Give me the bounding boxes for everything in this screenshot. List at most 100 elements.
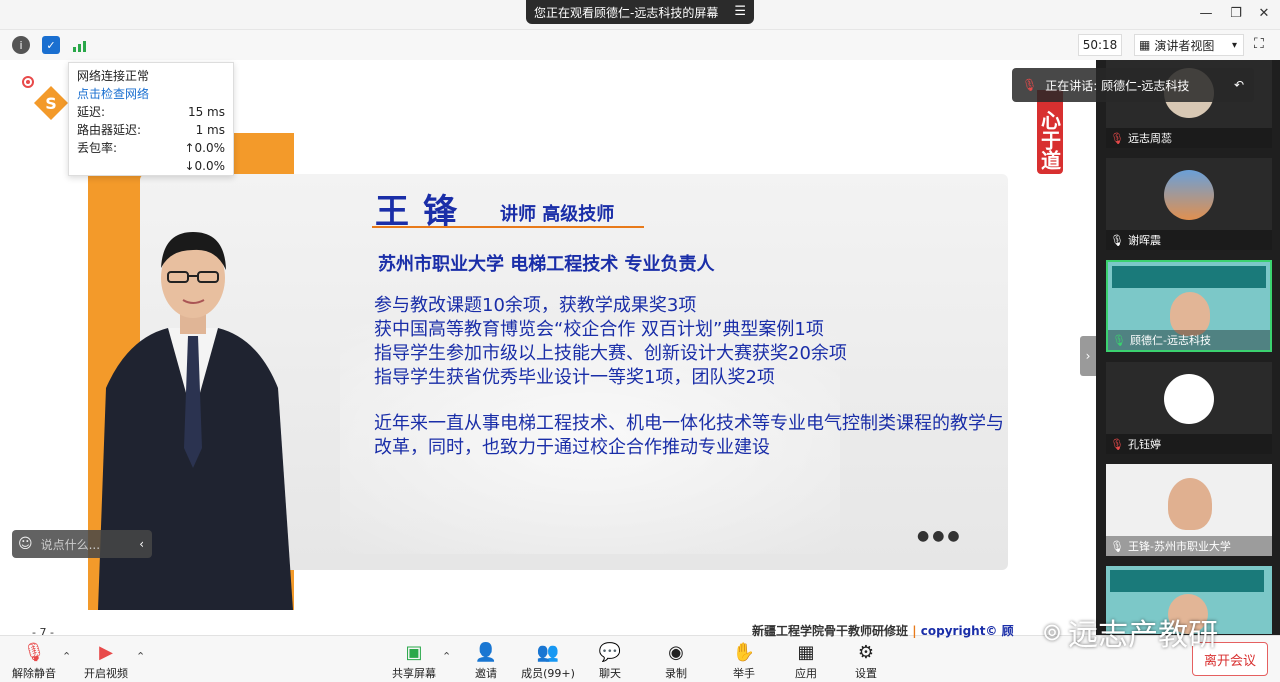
screen-share-banner[interactable]: 您正在观看顾德仁-远志科技的屏幕 ☰ [526, 0, 754, 24]
packet-loss-down-row: ↓0.0% [77, 157, 225, 175]
achievement-item: 获中国高等教育博览会“校企合作 双百计划”典型案例1项 [374, 319, 824, 340]
mic-muted-icon: 🎙 [1110, 131, 1124, 145]
panel-collapse-handle[interactable]: › [1080, 336, 1096, 376]
seal-text: 心于道 [1037, 110, 1062, 170]
record-indicator-icon [22, 76, 34, 88]
share-banner-text: 您正在观看顾德仁-远志科技的屏幕 [534, 5, 719, 20]
slide-footer-text: 新疆工程学院骨干教师研修班 [752, 624, 909, 638]
slide-copyright: copyright© 顾 [920, 624, 1014, 638]
share-screen-button[interactable]: ▣ 共享屏幕 [384, 641, 444, 681]
latency-label: 延迟: [77, 105, 106, 119]
meeting-timer: 50:18 [1078, 34, 1122, 56]
network-status-popup: 网络连接正常 点击检查网络 延迟: 15 ms 路由器延迟: 1 ms 丢包率: ↑0… [68, 62, 234, 176]
apps-icon: ▦ [797, 642, 815, 663]
info-icon[interactable]: i [12, 36, 30, 54]
settings-button[interactable]: ⚙ 设置 [836, 641, 896, 681]
signal-icon[interactable] [72, 36, 90, 54]
view-mode-dropdown[interactable]: ▦ 演讲者视图 ▾ [1134, 34, 1244, 56]
packet-loss-up-value: ↑0.0% [184, 141, 225, 155]
chevron-up-icon[interactable]: ⌃ [136, 650, 145, 663]
close-button[interactable]: ✕ [1254, 6, 1274, 21]
share-screen-icon: ▣ [405, 642, 423, 663]
latency-row: 延迟: 15 ms [77, 103, 225, 121]
router-latency-value: 1 ms [195, 123, 225, 137]
packet-loss-row: 丢包率: ↑0.0% [77, 139, 225, 157]
shield-icon[interactable]: ✓ [42, 36, 60, 54]
members-button[interactable]: 👥 成员(99+) [518, 641, 578, 681]
participant-name: 王锋-苏州市职业大学 [1127, 540, 1231, 553]
participant-tile[interactable]: 🎙 孔钰婷 [1106, 362, 1272, 454]
participant-name: 孔钰婷 [1127, 438, 1161, 451]
chevron-up-icon[interactable]: ⌃ [62, 650, 71, 663]
share-arrow-icon[interactable]: ↶ [1234, 78, 1244, 92]
chevron-up-icon[interactable]: ⌃ [442, 650, 451, 663]
achievement-item: 指导学生获省优秀毕业设计一等奖1项，团队奖2项 [374, 367, 775, 388]
members-label: 成员(99+) [521, 667, 575, 680]
wechat-icon: ⊚ [1042, 618, 1063, 646]
members-icon: 👥 [536, 642, 560, 663]
router-latency-row: 路由器延迟: 1 ms [77, 121, 225, 139]
collapse-arrow-icon[interactable]: ‹ [139, 537, 144, 551]
restore-button[interactable]: ❐ [1226, 6, 1246, 21]
video-banner [1110, 570, 1264, 592]
minimize-button[interactable]: — [1196, 6, 1216, 21]
grid-icon: ▦ [1139, 38, 1151, 52]
router-latency-label: 路由器延迟: [77, 123, 142, 137]
slide-footer: 新疆工程学院骨干教师研修班 | copyright© 顾 [752, 624, 1014, 638]
participant-tile-active[interactable]: 🎙 顾德仁-远志科技 [1106, 260, 1272, 352]
comment-input[interactable]: 说点什么... [41, 536, 100, 553]
mic-muted-icon: 🎙 [1110, 437, 1124, 451]
packet-loss-down-value: ↓0.0% [184, 159, 225, 173]
network-status-title: 网络连接正常 [77, 69, 150, 83]
speaker-description: 近年来一直从事电梯工程技术、机电一体化技术等专业电气控制类课程的教学与改革，同时… [374, 413, 1004, 458]
chevron-down-icon: ▾ [1231, 39, 1237, 51]
mic-muted-icon: 🎙 [22, 642, 46, 663]
share-screen-label: 共享屏幕 [392, 667, 436, 680]
hand-icon: ✋ [732, 642, 756, 663]
achievements-list: 参与教改课题10余项，获教学成果奖3项 获中国高等教育博览会“校企合作 双百计划… [374, 294, 847, 390]
chat-label: 聊天 [599, 667, 621, 680]
packet-loss-label: 丢包率: [77, 141, 118, 155]
mic-active-icon: 🎙 [1112, 333, 1126, 347]
raise-hand-label: 举手 [733, 667, 755, 680]
active-speaker-text: 正在讲话: 顾德仁-远志科技 [1045, 78, 1190, 93]
invite-label: 邀请 [475, 667, 497, 680]
video-banner [1112, 266, 1266, 288]
latency-value: 15 ms [187, 105, 225, 119]
participant-name: 远志周蕊 [1127, 132, 1172, 145]
apps-button[interactable]: ▦ 应用 [776, 641, 836, 681]
gear-icon: ⚙ [857, 642, 875, 663]
avatar [1164, 374, 1214, 424]
chat-button[interactable]: 💬 聊天 [580, 641, 640, 681]
unmute-button[interactable]: 🎙 解除静音 [4, 641, 64, 681]
record-icon: ◉ [668, 642, 684, 663]
svg-text:S: S [45, 94, 57, 113]
fullscreen-icon[interactable]: ⛶ [1254, 36, 1264, 52]
invite-button[interactable]: 👤 邀请 [456, 641, 516, 681]
check-network-link[interactable]: 点击检查网络 [77, 85, 225, 103]
mic-icon: 🎙 [1110, 233, 1124, 247]
participant-name: 谢晖震 [1127, 234, 1161, 247]
comment-box[interactable]: ☺ 说点什么... ‹ [12, 530, 152, 558]
record-label: 录制 [665, 667, 687, 680]
mic-icon: 🎙 [1110, 539, 1124, 553]
more-dots-icon: ●●● [917, 528, 963, 544]
video-off-icon: ▶ [99, 642, 113, 663]
participant-tile[interactable]: 🎙 王锋-苏州市职业大学 [1106, 464, 1272, 556]
company-logo: S [32, 84, 70, 122]
unmute-label: 解除静音 [12, 667, 56, 680]
red-seal-tag: 心于道 [1037, 90, 1063, 174]
add-user-icon: 👤 [474, 642, 498, 663]
raise-hand-button[interactable]: ✋ 举手 [714, 641, 774, 681]
emoji-icon[interactable]: ☺ [18, 536, 33, 552]
watermark-text: 远志产教研 [1068, 618, 1219, 653]
achievement-item: 指导学生参加市级以上技能大赛、创新设计大赛获奖20余项 [374, 343, 847, 364]
avatar [1168, 478, 1212, 530]
record-button[interactable]: ◉ 录制 [646, 641, 706, 681]
settings-label: 设置 [855, 667, 877, 680]
participant-tile[interactable]: 🎙 谢晖震 [1106, 158, 1272, 250]
menu-icon[interactable]: ☰ [734, 4, 746, 19]
wechat-watermark: ⊚ 远志产教研 [1042, 610, 1218, 654]
speaker-titles: 讲师 高级技师 [500, 204, 615, 225]
start-video-button[interactable]: ▶ 开启视频 [76, 641, 136, 681]
